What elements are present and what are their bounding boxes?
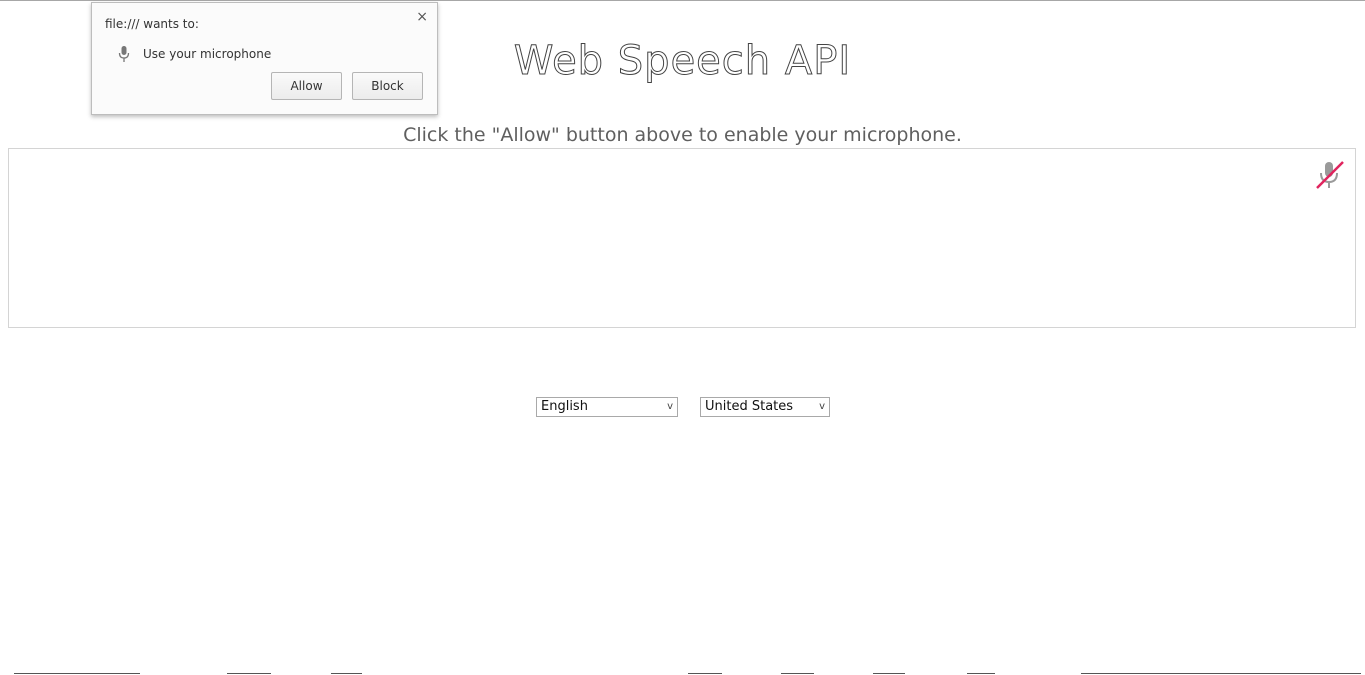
language-select-value: English	[541, 399, 588, 414]
start-mic-button[interactable]	[1313, 159, 1345, 191]
allow-button[interactable]: Allow	[271, 72, 342, 100]
close-icon[interactable]: ×	[416, 9, 428, 25]
language-select[interactable]: English v	[536, 397, 678, 417]
transcript-results-box[interactable]	[8, 148, 1356, 328]
chevron-down-icon: v	[667, 401, 673, 412]
microphone-icon	[118, 46, 130, 62]
window-top-border	[0, 0, 1365, 1]
dialect-select-value: United States	[705, 399, 794, 414]
dialect-select[interactable]: United States v	[700, 397, 830, 417]
permission-request-text: Use your microphone	[143, 47, 272, 61]
info-message: Click the "Allow" button above to enable…	[403, 124, 962, 146]
mic-slash-icon	[1316, 161, 1344, 189]
chevron-down-icon: v	[819, 401, 825, 412]
block-button[interactable]: Block	[352, 72, 423, 100]
permission-origin: file:/// wants to:	[105, 17, 199, 31]
permission-prompt: file:/// wants to: × Use your microphone…	[91, 2, 438, 115]
